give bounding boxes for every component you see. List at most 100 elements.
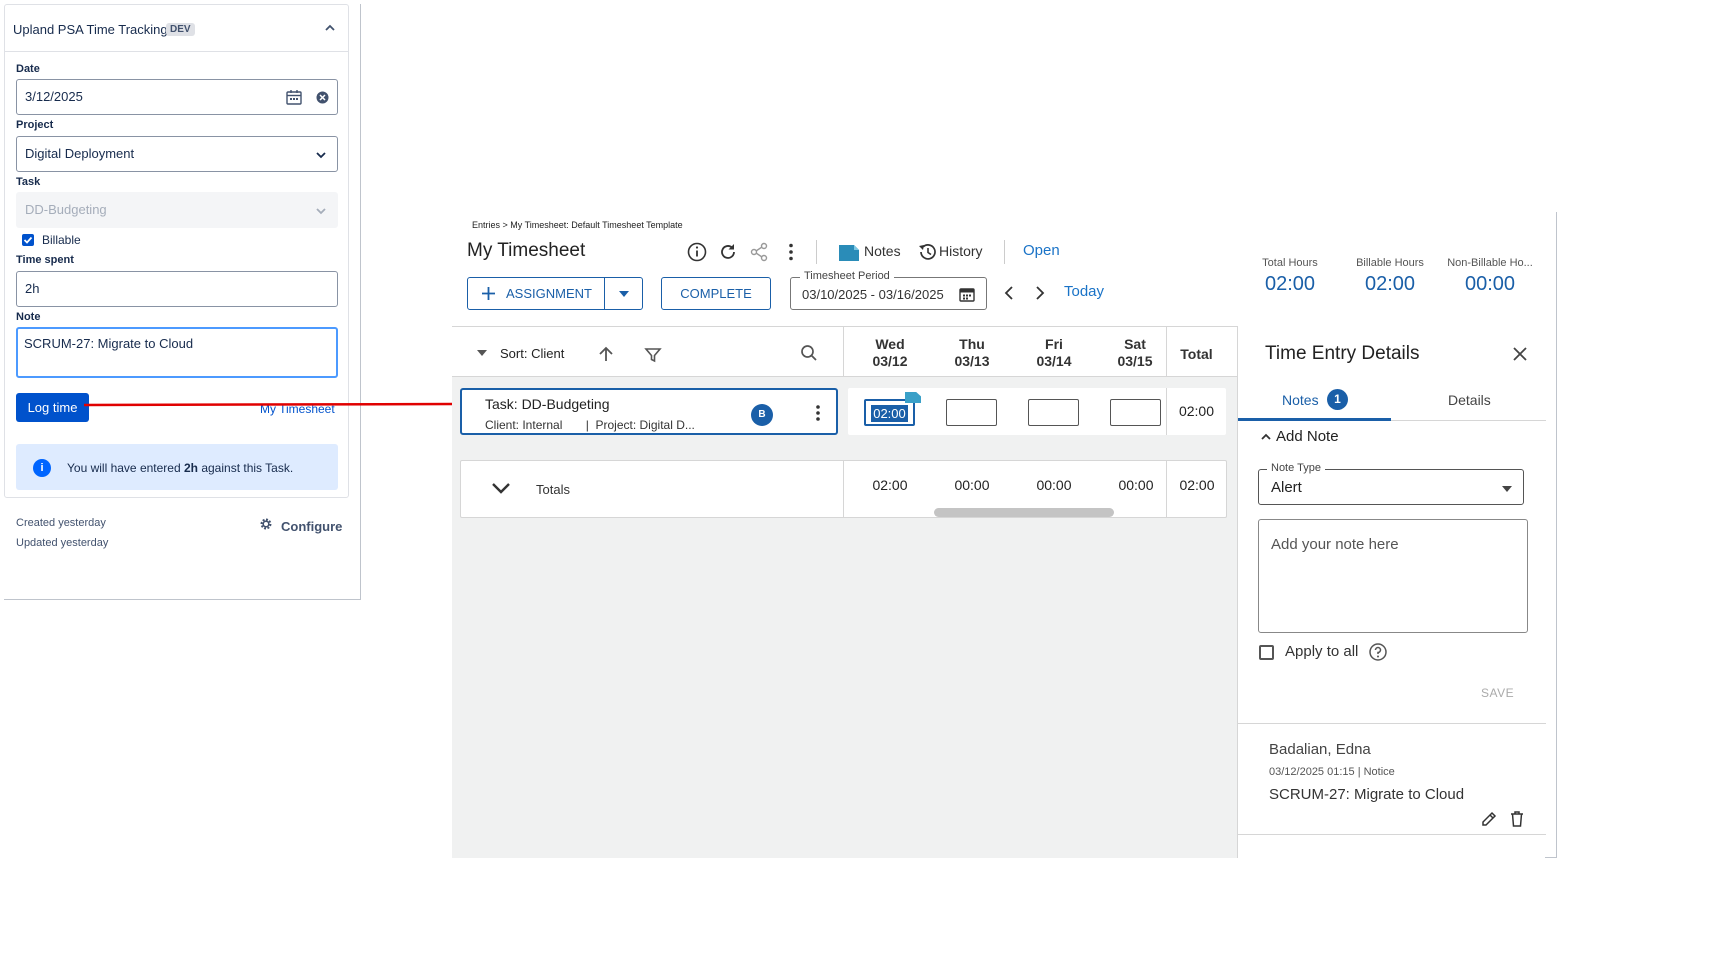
tab-details[interactable]: Details <box>1448 392 1491 408</box>
note-type-select[interactable]: Note Type Alert <box>1258 462 1524 505</box>
cell-input-fri[interactable] <box>1028 399 1079 426</box>
search-icon[interactable] <box>800 344 818 362</box>
note-type-label: Note Type <box>1267 462 1325 474</box>
apply-to-all-label: Apply to all <box>1285 643 1359 660</box>
refresh-icon[interactable] <box>717 241 739 263</box>
chevron-down-icon[interactable] <box>490 480 512 496</box>
time-tracking-card: Upland PSA Time Tracking DEV Date 3/12/2… <box>4 4 349 498</box>
timesheet-app: Entries > My Timesheet: Default Timeshee… <box>452 212 1557 858</box>
chevron-up-icon[interactable] <box>1260 431 1272 443</box>
note-meta: 03/12/2025 01:15 | Notice <box>1269 766 1395 778</box>
caret-down-icon[interactable] <box>476 348 488 358</box>
chevron-down-icon <box>316 208 326 215</box>
panel-title: Upland PSA Time Tracking <box>13 22 168 37</box>
tab-notes[interactable]: Notes <box>1282 392 1319 408</box>
chevron-left-icon[interactable] <box>1001 284 1019 302</box>
filter-icon[interactable] <box>644 346 662 364</box>
log-time-button[interactable]: Log time <box>16 393 89 422</box>
created-text: Created yesterday <box>16 517 106 529</box>
note-textarea[interactable]: SCRUM-27: Migrate to Cloud <box>16 327 338 378</box>
history-button[interactable]: History <box>939 243 983 259</box>
billable-label: Billable <box>42 233 81 247</box>
save-button[interactable]: SAVE <box>1481 686 1514 700</box>
totals-sat: 00:00 <box>1118 477 1154 493</box>
kpi-label-nonbillable: Non-Billable Ho... <box>1447 257 1533 269</box>
complete-button[interactable]: COMPLETE <box>661 277 771 310</box>
task-value: DD-Budgeting <box>25 202 107 217</box>
arrow-up-icon[interactable] <box>597 345 615 363</box>
info-message: i You will have entered 2h against this … <box>16 444 338 490</box>
check-icon <box>23 236 33 244</box>
sort-client[interactable]: Sort: Client <box>500 346 564 361</box>
project-select[interactable]: Digital Deployment <box>16 136 338 172</box>
note-value: SCRUM-27: Migrate to Cloud <box>24 336 194 351</box>
help-icon[interactable] <box>1368 642 1388 662</box>
cell-input-sat[interactable] <box>1110 399 1161 426</box>
kpi-value-total: 02:00 <box>1264 273 1316 295</box>
configure-button[interactable]: Configure <box>281 519 342 534</box>
today-button[interactable]: Today <box>1064 283 1104 300</box>
time-spent-value: 2h <box>25 281 40 296</box>
info-icon[interactable] <box>686 241 708 263</box>
chevron-right-icon[interactable] <box>1030 284 1048 302</box>
plus-icon <box>482 287 495 300</box>
trash-icon[interactable] <box>1509 810 1525 828</box>
gear-icon[interactable] <box>259 517 273 531</box>
day-header-thu: Thu 03/13 <box>954 336 990 369</box>
panel-header[interactable]: Upland PSA Time Tracking DEV <box>5 5 348 52</box>
env-badge: DEV <box>166 23 195 36</box>
billable-checkbox[interactable] <box>22 234 34 246</box>
horizontal-scrollbar[interactable] <box>934 508 1114 517</box>
cell-input-wed[interactable]: 02:00 <box>864 399 915 426</box>
task-label: Task <box>16 176 41 188</box>
billable-badge: B <box>751 404 773 426</box>
column-divider <box>1166 327 1167 377</box>
chevron-up-icon[interactable] <box>323 21 337 35</box>
notes-count-badge: 1 <box>1327 389 1348 410</box>
assignment-button[interactable]: ASSIGNMENT <box>506 278 592 309</box>
more-vertical-icon[interactable] <box>815 404 821 422</box>
note-label: Note <box>16 311 41 323</box>
caret-down-icon[interactable] <box>618 290 630 298</box>
notes-button[interactable]: Notes <box>864 243 901 259</box>
close-icon[interactable] <box>1511 345 1529 363</box>
time-spent-input[interactable]: 2h <box>16 271 338 307</box>
calendar-icon[interactable] <box>286 89 302 105</box>
calendar-icon[interactable] <box>959 286 975 302</box>
apply-to-all-checkbox[interactable] <box>1259 645 1274 660</box>
notes-icon[interactable] <box>838 242 860 264</box>
share-icon[interactable] <box>748 241 770 263</box>
page-title: My Timesheet <box>467 240 586 261</box>
note-type-value: Alert <box>1271 479 1302 496</box>
date-value: 3/12/2025 <box>25 89 83 104</box>
time-entry-details-panel: Time Entry Details Notes 1 Details Add N… <box>1237 326 1546 858</box>
task-select: DD-Budgeting <box>16 192 338 228</box>
day-header-fri: Fri 03/14 <box>1036 336 1072 369</box>
status-open: Open <box>1023 242 1060 259</box>
task-row-card[interactable]: Task: DD-Budgeting Client: Internal | Pr… <box>460 388 838 435</box>
note-textarea[interactable]: Add your note here <box>1258 519 1528 633</box>
timesheet-period-field[interactable]: Timesheet Period 03/10/2025 - 03/16/2025 <box>790 270 987 310</box>
clear-icon[interactable] <box>316 91 329 104</box>
more-vertical-icon[interactable] <box>780 241 802 263</box>
assignment-button-group: ASSIGNMENT <box>467 277 643 310</box>
date-field[interactable]: 3/12/2025 <box>16 79 338 115</box>
project-value: Digital Deployment <box>25 146 135 161</box>
day-header-wed: Wed 03/12 <box>872 336 908 369</box>
total-header: Total <box>1180 346 1213 362</box>
breadcrumb[interactable]: Entries > My Timesheet: Default Timeshee… <box>472 220 683 230</box>
task-name: Task: DD-Budgeting <box>485 396 610 412</box>
add-note-toggle[interactable]: Add Note <box>1276 428 1339 445</box>
info-icon: i <box>33 459 51 477</box>
info-text: You will have entered 2h against this Ta… <box>67 461 294 475</box>
totals-label: Totals <box>536 482 570 497</box>
edit-icon[interactable] <box>1480 810 1498 828</box>
note-placeholder: Add your note here <box>1271 536 1399 553</box>
totals-fri: 00:00 <box>1036 477 1072 493</box>
history-icon[interactable] <box>917 241 939 263</box>
jira-time-tracking-panel: Upland PSA Time Tracking DEV Date 3/12/2… <box>4 4 361 600</box>
cell-input-thu[interactable] <box>946 399 997 426</box>
red-arrow <box>84 397 472 411</box>
chevron-down-icon <box>316 152 326 159</box>
toolbar-divider <box>816 240 817 264</box>
